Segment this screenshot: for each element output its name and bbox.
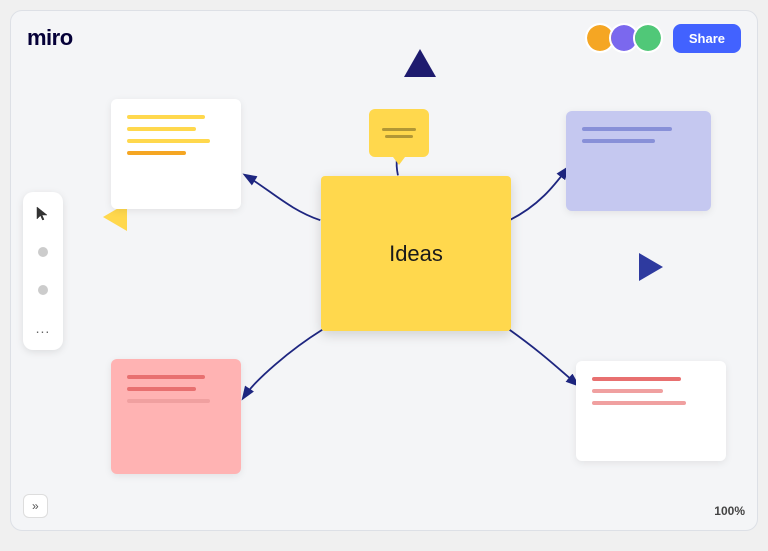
dot-2 <box>38 285 48 295</box>
sticky-small-yellow[interactable] <box>369 109 429 157</box>
card-line-3 <box>127 139 210 143</box>
canvas-content: Ideas <box>11 11 757 530</box>
expand-button[interactable]: » <box>23 494 48 518</box>
card-line-2 <box>127 127 196 131</box>
card-line-1 <box>127 115 205 119</box>
header-right: Share <box>585 23 741 53</box>
card-pink-bottomleft[interactable] <box>111 359 241 474</box>
circle-tool-2[interactable] <box>29 276 57 304</box>
bubble-line-2 <box>385 135 413 138</box>
more-options-tool[interactable]: ... <box>29 314 57 342</box>
left-toolbar: ... <box>23 192 63 350</box>
card-purple-topright[interactable] <box>566 111 711 211</box>
avatars-group <box>585 23 663 53</box>
more-dots: ... <box>36 320 51 336</box>
sticky-central[interactable]: Ideas <box>321 176 511 331</box>
share-button[interactable]: Share <box>673 24 741 53</box>
avatar-circle-3 <box>635 25 661 51</box>
bottom-toolbar: » <box>23 494 48 518</box>
avatar-3 <box>633 23 663 53</box>
white-pink-line-1 <box>592 377 681 381</box>
pink-line-1 <box>127 375 205 379</box>
pink-line-3 <box>127 399 210 403</box>
white-pink-line-2 <box>592 389 663 393</box>
card-white-topleft[interactable] <box>111 99 241 209</box>
card-line-4 <box>127 151 186 155</box>
zoom-indicator: 100% <box>714 504 745 518</box>
bubble-line-1 <box>382 128 416 131</box>
central-label: Ideas <box>389 241 443 267</box>
purple-line-1 <box>582 127 672 131</box>
logo: miro <box>27 25 73 51</box>
white-pink-line-3 <box>592 401 686 405</box>
dot-1 <box>38 247 48 257</box>
canvas-wrapper: miro Share <box>10 10 758 531</box>
cursor-tool[interactable] <box>29 200 57 228</box>
header: miro Share <box>11 11 757 65</box>
pink-line-2 <box>127 387 196 391</box>
triangle-right-blue <box>639 253 663 281</box>
card-white-bottomright[interactable] <box>576 361 726 461</box>
circle-tool-1[interactable] <box>29 238 57 266</box>
purple-line-2 <box>582 139 655 143</box>
